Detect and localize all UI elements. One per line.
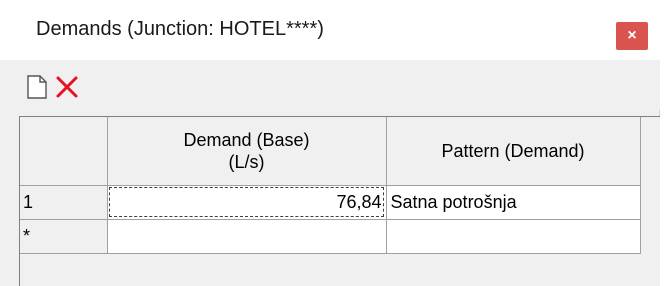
demands-grid: Demand (Base) (L/s) Pattern (Demand) 1 7… xyxy=(19,116,660,286)
close-button[interactable]: × xyxy=(616,22,648,50)
pattern-cell[interactable]: Satna potrošnja xyxy=(386,185,641,220)
delete-x-icon[interactable] xyxy=(54,74,80,100)
toolbar xyxy=(0,60,660,110)
row-header[interactable]: 1 xyxy=(20,185,108,220)
table-row: 1 76,84 Satna potrošnja xyxy=(20,185,641,220)
corner-header-cell xyxy=(20,117,108,186)
column-header-demand-line2: (L/s) xyxy=(228,151,265,172)
pattern-cell[interactable] xyxy=(386,219,641,254)
demand-cell[interactable] xyxy=(107,219,387,254)
new-document-icon[interactable] xyxy=(26,74,52,100)
column-header-demand-line1: Demand (Base) xyxy=(183,129,310,150)
window-title: Demands (Junction: HOTEL****) xyxy=(36,18,324,40)
demand-cell[interactable]: 76,84 xyxy=(107,185,387,220)
column-header-demand[interactable]: Demand (Base) (L/s) xyxy=(107,117,387,186)
column-header-pattern[interactable]: Pattern (Demand) xyxy=(386,117,641,186)
column-header-pattern-line1: Pattern (Demand) xyxy=(441,140,585,161)
demands-dialog: Demands (Junction: HOTEL****) × Demand (… xyxy=(0,0,660,286)
new-row-header[interactable]: * xyxy=(20,219,108,254)
table-row: * xyxy=(20,219,641,254)
title-bar: Demands (Junction: HOTEL****) × xyxy=(0,0,660,60)
grid-header-row: Demand (Base) (L/s) Pattern (Demand) xyxy=(20,117,641,186)
background-strip xyxy=(660,0,671,286)
